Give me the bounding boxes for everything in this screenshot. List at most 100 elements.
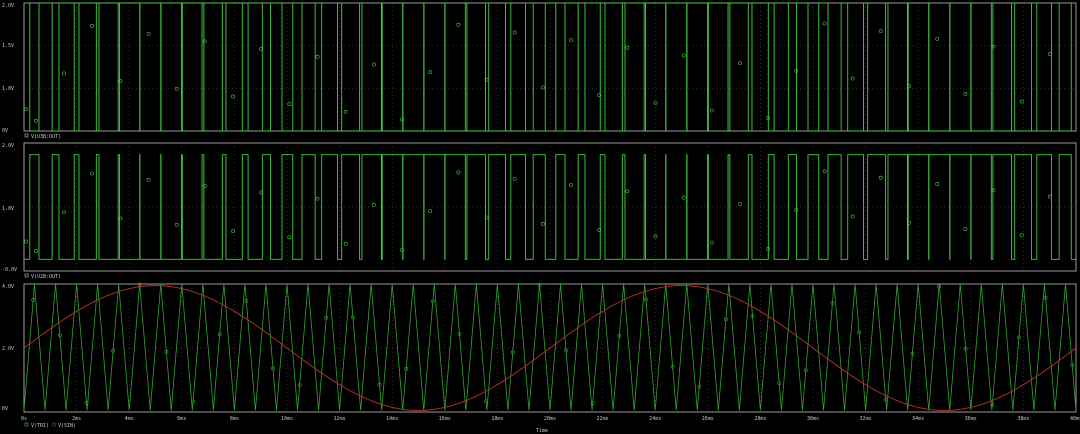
panel-middle-ytick-1: 2.0V <box>2 143 14 149</box>
pwm-trace-marker <box>1047 52 1052 57</box>
x-tick-label: 34ms <box>912 416 924 422</box>
pwm-trace-marker <box>287 102 292 107</box>
pwm-trace-marker <box>963 227 968 231</box>
pwm-trace-marker <box>315 196 320 201</box>
pwm-trace-marker <box>343 109 348 114</box>
panel-top: 2.0V 1.5V 1.0V 0V V(U3B:OUT) <box>2 2 1077 140</box>
pwm-trace-marker <box>625 45 630 50</box>
oscilloscope-plot: 2.0V 1.5V 1.0V 0V V(U3B:OUT) 2.0V 1.0V -… <box>2 2 1080 434</box>
panel-middle-legend-marker <box>24 273 29 278</box>
x-tick-label: 30ms <box>807 416 819 422</box>
pwm-trace-marker <box>653 100 658 105</box>
pwm-trace-marker <box>1019 233 1024 238</box>
pwm-trace-marker <box>1047 194 1052 199</box>
x-tick-label: 14ms <box>386 416 398 422</box>
pwm-trace-marker <box>174 86 179 91</box>
panel-bottom-ytick-2: 2.0V <box>2 346 14 352</box>
x-tick-label: 32ms <box>860 416 872 422</box>
x-tick-label: 12ms <box>334 416 346 422</box>
panel-top-legend-marker <box>24 133 29 138</box>
pwm-trace-marker <box>33 249 38 253</box>
pwm-trace-marker <box>653 234 658 239</box>
panel-top-ytick-3: 1.0V <box>2 86 14 92</box>
pwm-trace-marker <box>62 210 66 215</box>
pwm-trace-marker <box>24 239 28 244</box>
x-axis-label: Time <box>536 428 548 434</box>
x-tick-label: 10ms <box>281 416 293 422</box>
pwm-trace-marker <box>991 188 996 193</box>
pwm-trace-marker <box>315 54 320 59</box>
pwm-trace-marker <box>174 222 179 227</box>
pwm-trace-marker <box>822 21 827 26</box>
panel-middle-ytick-2: 1.0V <box>2 206 14 212</box>
x-tick-label: 26ms <box>702 416 714 422</box>
x-tick-label: 18ms <box>491 416 503 422</box>
pwm-trace-marker <box>569 38 573 43</box>
pwm-trace-marker <box>681 53 686 58</box>
panel-bottom-ytick-3: 0V <box>2 406 8 412</box>
pwm-trace-marker <box>287 235 292 240</box>
panel-middle-legend: V(U2B:OUT) <box>31 274 61 280</box>
x-tick-label: 0s <box>21 416 27 422</box>
x-tick-label: 6ms <box>177 416 186 422</box>
pwm-trace-marker <box>90 24 95 28</box>
x-tick-label: 36ms <box>965 416 977 422</box>
panel-bottom: 4.0V 2.0V 0V 0s 2ms 4ms 6ms 8ms 10ms 12ms 14ms 1… <box>2 282 1080 434</box>
pwm-trace-marker <box>991 44 996 49</box>
pwm-trace-marker <box>963 91 968 96</box>
panel-top-ytick-1: 2.0V <box>2 3 14 9</box>
pwm-trace-marker <box>709 240 714 245</box>
pwm-trace-marker <box>935 182 940 186</box>
pwm-trace-marker <box>146 177 151 182</box>
panel-bottom-ytick-1: 4.0V <box>2 284 14 290</box>
pwm-trace-marker <box>512 30 517 35</box>
legend-sin-marker <box>52 422 56 427</box>
x-axis-ticks: 0s 2ms 4ms 6ms 8ms 10ms 12ms 14ms 16ms 18ms 20ms 22… <box>21 416 1080 422</box>
x-tick-label: 20ms <box>544 416 556 422</box>
pwm-trace-marker <box>428 209 433 214</box>
pwm-trace-marker <box>456 170 461 175</box>
pwm-trace-marker <box>540 85 545 90</box>
panel-bottom-trace <box>23 282 1077 411</box>
pwm-trace-marker <box>878 29 883 34</box>
panel-middle-ytick-3: -0.0V <box>2 267 17 273</box>
panel-top-ytick-2: 1.5V <box>2 43 14 49</box>
legend-sin: V(SIN) <box>58 423 76 429</box>
x-tick-label: 22ms <box>597 416 609 422</box>
pwm-trace-marker <box>540 221 545 226</box>
pwm-trace-marker <box>822 169 827 174</box>
pwm-trace-marker <box>709 108 714 113</box>
x-tick-label: 2ms <box>72 416 81 422</box>
pwm-trace-marker <box>371 62 376 67</box>
pwm-trace-marker <box>1019 99 1024 104</box>
x-tick-label: 4ms <box>125 416 134 422</box>
pwm-trace-marker <box>24 107 28 112</box>
pwm-trace-marker <box>62 71 66 76</box>
x-tick-label: 16ms <box>439 416 451 422</box>
pwm-trace-marker <box>33 118 38 123</box>
pwm-trace-marker <box>231 94 235 99</box>
x-tick-label: 28ms <box>754 416 766 422</box>
pwm-trace-marker <box>738 201 742 206</box>
pwm-trace-marker <box>90 171 95 176</box>
pwm-trace-marker <box>681 195 686 200</box>
pwm-trace-marker <box>512 176 517 181</box>
x-tick-label: 38ms <box>1017 416 1029 422</box>
pwm-trace-marker <box>456 22 461 27</box>
pwm-trace-marker <box>850 214 855 219</box>
pwm-trace-marker <box>738 61 742 66</box>
pwm-trace-marker <box>850 76 855 81</box>
x-tick-label: 8ms <box>230 416 239 422</box>
pwm-trace-marker <box>343 241 348 246</box>
pwm-trace-marker <box>231 229 235 233</box>
panel-middle: 2.0V 1.0V -0.0V V(U2B:OUT) <box>2 142 1077 280</box>
series-tri-line <box>23 283 1077 411</box>
pwm-trace-marker <box>935 36 940 41</box>
panel-top-legend: V(U3B:OUT) <box>31 134 61 140</box>
legend-tri-marker <box>24 422 29 427</box>
pwm-trace-marker <box>625 189 630 194</box>
pwm-trace-marker <box>428 70 433 75</box>
x-tick-label: 40ms <box>1070 416 1080 422</box>
legend-tri: V(TRI) <box>31 423 49 429</box>
pwm-trace-marker <box>569 183 573 187</box>
